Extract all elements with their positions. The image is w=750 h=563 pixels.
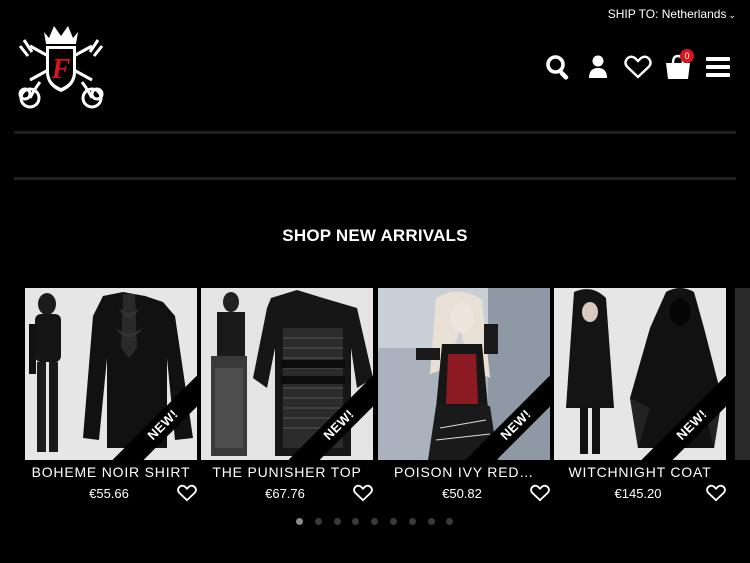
divider [14,131,736,134]
product-image[interactable]: NEW! [201,288,373,460]
carousel-dot[interactable] [408,518,416,525]
cart-count-badge: 0 [680,49,694,63]
logo-letter: F [51,54,71,85]
divider [14,177,736,180]
product-name[interactable]: THE PUNISHER TOP [201,464,373,480]
carousel-dot[interactable] [314,518,322,525]
product-price: €145.20 [614,486,662,501]
product-price: €55.66 [89,486,129,501]
product-card[interactable]: NEW! POISON IVY RED… €50.82 [378,288,550,502]
carousel-pagination [296,518,454,525]
wishlist-heart-icon[interactable] [706,484,726,502]
product-price: €67.76 [265,486,305,501]
carousel-dot[interactable] [446,518,454,525]
wishlist-heart-icon[interactable] [177,484,197,502]
ship-to-selector[interactable]: SHIP TO: Netherlands ⌄ [608,7,736,21]
next-product-peek[interactable] [735,288,750,460]
cart-icon[interactable]: 0 [658,49,698,84]
carousel-dot[interactable] [371,518,379,525]
wishlist-heart-icon[interactable] [530,484,550,502]
carousel-dot[interactable] [389,518,397,525]
wishlist-heart-icon[interactable] [353,484,373,502]
product-name[interactable]: POISON IVY RED… [378,464,550,480]
product-image[interactable]: NEW! [554,288,726,460]
product-card[interactable]: NEW! WITCHNIGHT COAT €145.20 [554,288,726,502]
product-card[interactable]: NEW! BOHEME NOIR SHIRT €55.66 [25,288,197,502]
product-name[interactable]: BOHEME NOIR SHIRT [25,464,197,480]
product-price: €50.82 [442,486,482,501]
product-image[interactable]: NEW! [25,288,197,460]
product-card[interactable]: NEW! THE PUNISHER TOP €67.76 [201,288,373,502]
wishlist-heart-icon[interactable] [618,50,658,84]
header-icons: 0 [538,49,738,84]
user-icon[interactable] [578,50,618,84]
logo[interactable]: F [16,22,106,114]
carousel-dot[interactable] [296,518,303,525]
ship-to-label: SHIP TO: Netherlands [607,7,727,21]
menu-icon[interactable] [698,50,738,84]
carousel-dot[interactable] [352,518,360,525]
product-carousel[interactable]: NEW! BOHEME NOIR SHIRT €55.66 NEW! THE P… [25,288,750,508]
carousel-dot[interactable] [427,518,435,525]
chevron-down-icon: ⌄ [728,10,736,20]
product-name[interactable]: WITCHNIGHT COAT [554,464,726,480]
search-icon[interactable] [538,50,578,84]
section-title: SHOP NEW ARRIVALS [282,226,468,245]
carousel-dot[interactable] [333,518,341,525]
product-image[interactable]: NEW! [378,288,550,460]
